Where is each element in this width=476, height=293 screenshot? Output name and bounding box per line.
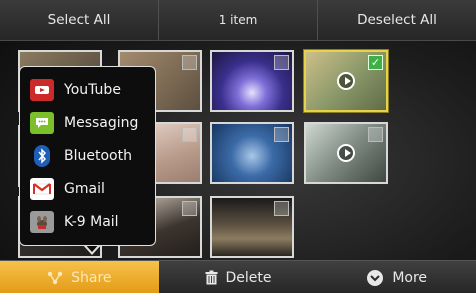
selection-checkbox[interactable] <box>274 127 289 142</box>
selection-action-bar: Select All 1 item Deselect All <box>0 0 476 41</box>
gallery-screen: Select All 1 item Deselect All ✓ YouTube… <box>0 0 476 293</box>
selection-checkbox[interactable] <box>182 55 197 70</box>
selection-checkbox[interactable] <box>274 55 289 70</box>
selection-checkbox[interactable] <box>182 201 197 216</box>
share-menu-item-label: Bluetooth <box>64 148 132 164</box>
share-menu-item-bluetooth[interactable]: Bluetooth <box>30 143 152 169</box>
share-menu-item-youtube[interactable]: YouTube <box>30 77 152 103</box>
deselect-all-button[interactable]: Deselect All <box>318 0 476 40</box>
gmail-icon <box>30 178 54 200</box>
delete-button[interactable]: Delete <box>159 261 318 293</box>
selection-checkbox[interactable] <box>182 127 197 142</box>
selection-checkbox[interactable] <box>368 127 383 142</box>
share-menu-item-label: YouTube <box>64 82 121 98</box>
messaging-icon <box>30 112 54 134</box>
share-icon <box>47 271 63 285</box>
trash-icon <box>205 270 218 285</box>
selection-checkbox[interactable] <box>274 201 289 216</box>
share-menu-item-label: K-9 Mail <box>64 214 119 230</box>
share-menu: YouTube Messaging Bluetooth Gmail K-9 Ma… <box>19 66 156 246</box>
photo-thumb[interactable] <box>210 50 294 112</box>
video-thumb[interactable] <box>304 122 388 184</box>
play-icon <box>337 144 355 162</box>
photo-thumb[interactable] <box>210 122 294 184</box>
k9-mail-icon <box>30 211 54 233</box>
share-menu-item-label: Gmail <box>64 181 105 197</box>
selection-checkbox-checked[interactable]: ✓ <box>368 55 383 70</box>
share-menu-item-k9-mail[interactable]: K-9 Mail <box>30 209 152 235</box>
select-all-button[interactable]: Select All <box>0 0 158 40</box>
bottom-action-bar: Share Delete More <box>0 260 476 293</box>
selection-count: 1 item <box>158 0 318 40</box>
bluetooth-icon <box>34 145 50 167</box>
photo-thumb[interactable] <box>210 196 294 258</box>
more-button[interactable]: More <box>317 261 476 293</box>
video-thumb-selected[interactable]: ✓ <box>304 50 388 112</box>
share-menu-item-gmail[interactable]: Gmail <box>30 176 152 202</box>
share-menu-item-messaging[interactable]: Messaging <box>30 110 152 136</box>
more-button-label: More <box>392 269 428 286</box>
play-icon <box>337 72 355 90</box>
share-button-label: Share <box>71 269 112 286</box>
share-button[interactable]: Share <box>0 261 159 293</box>
more-chevron-icon <box>366 269 384 287</box>
youtube-icon <box>30 79 54 101</box>
delete-button-label: Delete <box>225 269 272 286</box>
share-menu-item-label: Messaging <box>64 115 139 131</box>
